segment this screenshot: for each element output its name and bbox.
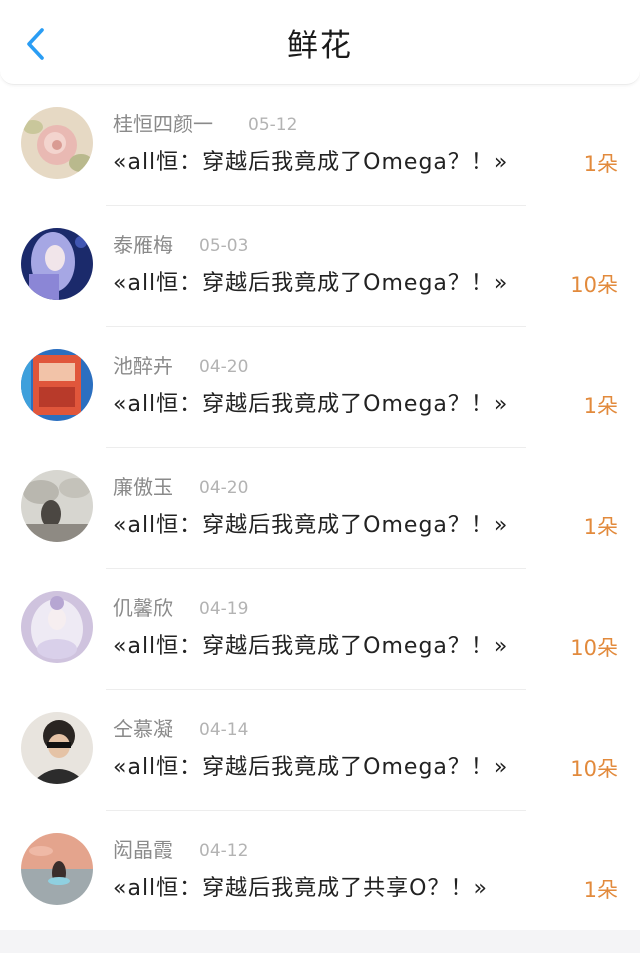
send-date: 04-20 (199, 357, 249, 377)
list-item[interactable]: 廉傲玉 04-20 «all恒：穿越后我竟成了Omega？！» 1朵 (0, 449, 640, 570)
book-title[interactable]: «all恒：穿越后我竟成了Omega？！» (113, 751, 508, 785)
sender-name: 仝慕凝 (113, 717, 173, 741)
divider (106, 689, 526, 690)
top-nav-bar: 鲜花 (0, 0, 640, 85)
send-date: 05-12 (248, 115, 298, 135)
book-title[interactable]: «all恒：穿越后我竟成了Omega？！» (113, 388, 508, 422)
list-item[interactable]: 闳晶霞 04-12 «all恒：穿越后我竟成了共享O？！» 1朵 (0, 812, 640, 933)
sender-name: 仉馨欣 (113, 596, 173, 620)
send-date: 04-12 (199, 841, 249, 861)
sender-name: 闳晶霞 (113, 838, 173, 862)
avatar[interactable] (21, 349, 93, 421)
divider (106, 205, 526, 206)
avatar[interactable] (21, 712, 93, 784)
avatar[interactable] (21, 591, 93, 663)
list-item[interactable]: 泰雁梅 05-03 «all恒：穿越后我竟成了Omega？！» 10朵 (0, 207, 640, 328)
list-item[interactable]: 桂恒四颜一 05-12 «all恒：穿越后我竟成了Omega？！» 1朵 (0, 86, 640, 207)
send-date: 04-19 (199, 599, 249, 619)
book-title[interactable]: «all恒：穿越后我竟成了Omega？！» (113, 509, 508, 543)
send-date: 04-20 (199, 478, 249, 498)
sender-name: 廉傲玉 (113, 475, 173, 499)
send-date: 05-03 (199, 236, 249, 256)
flower-count: 1朵 (583, 515, 618, 539)
page-title: 鲜花 (287, 28, 353, 64)
flower-count: 1朵 (583, 394, 618, 418)
divider (106, 568, 526, 569)
divider (106, 326, 526, 327)
flower-gift-list: 桂恒四颜一 05-12 «all恒：穿越后我竟成了Omega？！» 1朵 泰雁梅… (0, 86, 640, 933)
sender-name: 桂恒四颜一 (113, 112, 213, 136)
divider (106, 810, 526, 811)
flower-count: 10朵 (570, 273, 618, 297)
bottom-bar (0, 930, 640, 953)
avatar[interactable] (21, 470, 93, 542)
avatar[interactable] (21, 228, 93, 300)
list-item[interactable]: 池醉卉 04-20 «all恒：穿越后我竟成了Omega？！» 1朵 (0, 328, 640, 449)
list-item[interactable]: 仉馨欣 04-19 «all恒：穿越后我竟成了Omega？！» 10朵 (0, 570, 640, 691)
list-item[interactable]: 仝慕凝 04-14 «all恒：穿越后我竟成了Omega？！» 10朵 (0, 691, 640, 812)
book-title[interactable]: «all恒：穿越后我竟成了Omega？！» (113, 267, 508, 301)
flower-count: 10朵 (570, 757, 618, 781)
flower-count: 1朵 (583, 152, 618, 176)
avatar[interactable] (21, 833, 93, 905)
sender-name: 池醉卉 (113, 354, 173, 378)
sender-name: 泰雁梅 (113, 233, 173, 257)
flower-count: 1朵 (583, 878, 618, 902)
divider (106, 447, 526, 448)
book-title[interactable]: «all恒：穿越后我竟成了Omega？！» (113, 146, 508, 180)
book-title[interactable]: «all恒：穿越后我竟成了Omega？！» (113, 630, 508, 664)
avatar[interactable] (21, 107, 93, 179)
book-title[interactable]: «all恒：穿越后我竟成了共享O？！» (113, 872, 488, 906)
flower-count: 10朵 (570, 636, 618, 660)
send-date: 04-14 (199, 720, 249, 740)
